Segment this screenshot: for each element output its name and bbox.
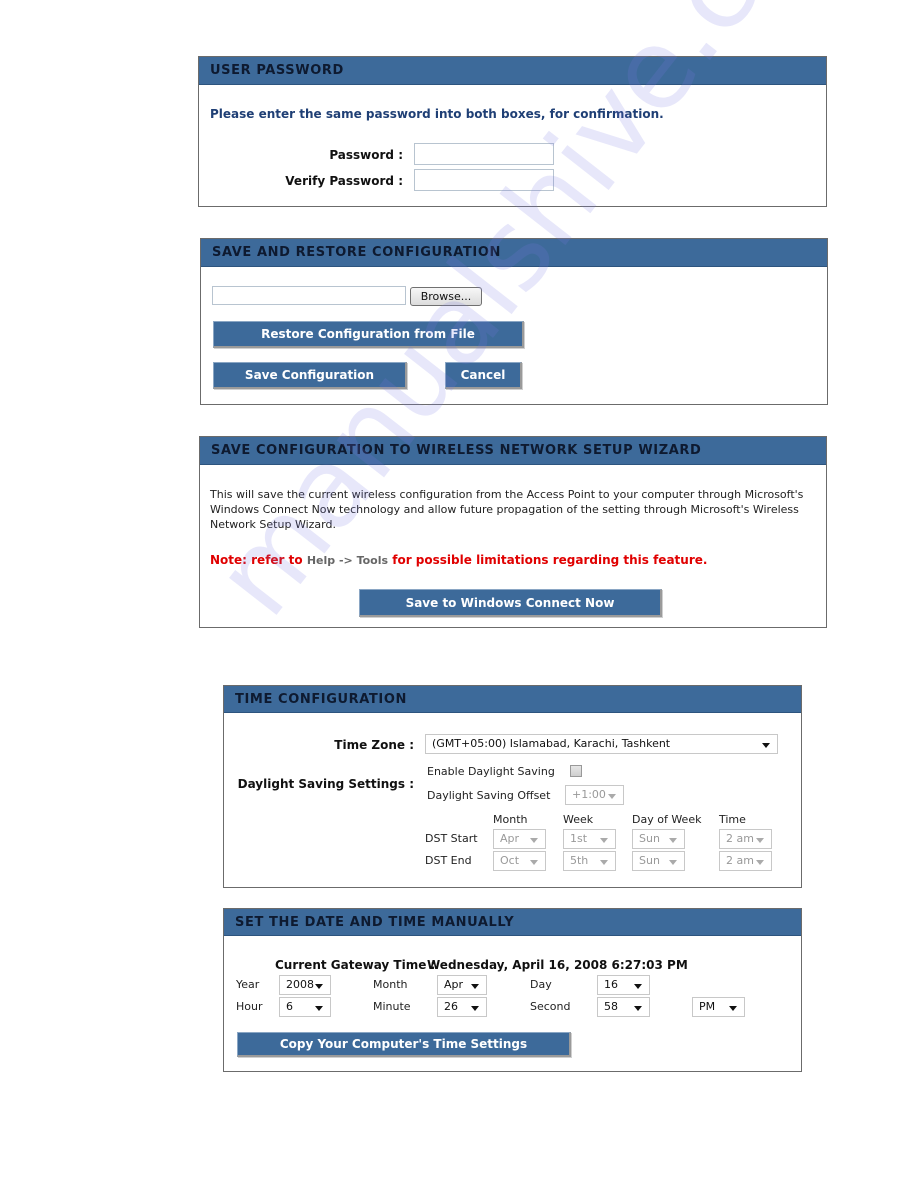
dst-end-week-select[interactable]: 5th <box>563 851 616 871</box>
browse-button[interactable]: Browse... <box>410 287 482 306</box>
second-label: Second <box>530 1000 571 1013</box>
time-zone-label: Time Zone : <box>334 738 414 752</box>
wizard-header: SAVE CONFIGURATION TO WIRELESS NETWORK S… <box>200 437 826 465</box>
dst-start-month-select[interactable]: Apr <box>493 829 546 849</box>
minute-select[interactable]: 26 <box>437 997 487 1017</box>
month-label: Month <box>373 978 408 991</box>
chevron-down-icon <box>471 984 479 989</box>
column-time: Time <box>719 813 746 826</box>
dst-end-day-select[interactable]: Sun <box>632 851 685 871</box>
chevron-down-icon <box>634 1006 642 1011</box>
user-password-header: USER PASSWORD <box>199 57 826 85</box>
dst-end-month-select[interactable]: Oct <box>493 851 546 871</box>
time-zone-select[interactable]: (GMT+05:00) Islamabad, Karachi, Tashkent <box>425 734 778 754</box>
chevron-down-icon <box>756 838 764 843</box>
column-day-of-week: Day of Week <box>632 813 702 826</box>
chevron-down-icon <box>608 794 616 799</box>
chevron-down-icon <box>669 860 677 865</box>
chevron-down-icon <box>756 860 764 865</box>
day-label: Day <box>530 978 552 991</box>
password-input[interactable] <box>414 143 554 165</box>
help-tools-link[interactable]: Help -> Tools <box>307 554 388 567</box>
dst-settings-label: Daylight Saving Settings : <box>237 777 414 791</box>
day-select[interactable]: 16 <box>597 975 650 995</box>
config-file-path-input[interactable] <box>212 286 406 305</box>
save-config-button[interactable]: Save Configuration <box>213 362 407 389</box>
chevron-down-icon <box>634 984 642 989</box>
cancel-button[interactable]: Cancel <box>445 362 522 389</box>
chevron-down-icon <box>600 860 608 865</box>
wizard-description-line: Windows Connect Now technology and allow… <box>210 503 799 516</box>
dst-offset-select[interactable]: +1:00 <box>565 785 624 805</box>
note-suffix: for possible limitations regarding this … <box>392 553 708 567</box>
dst-offset-label: Daylight Saving Offset <box>427 789 551 802</box>
current-gateway-time-label: Current Gateway Time : <box>275 958 436 972</box>
enable-dst-checkbox[interactable] <box>570 765 582 777</box>
month-select[interactable]: Apr <box>437 975 487 995</box>
current-gateway-time-value: Wednesday, April 16, 2008 6:27:03 PM <box>427 958 688 972</box>
time-config-header: TIME CONFIGURATION <box>224 686 801 713</box>
chevron-down-icon <box>315 1006 323 1011</box>
ampm-select[interactable]: PM <box>692 997 745 1017</box>
chevron-down-icon <box>762 743 770 748</box>
chevron-down-icon <box>600 838 608 843</box>
chevron-down-icon <box>315 984 323 989</box>
chevron-down-icon <box>471 1006 479 1011</box>
dst-end-label: DST End <box>425 854 472 867</box>
wizard-description-line: Network Setup Wizard. <box>210 518 336 531</box>
dst-start-time-select[interactable]: 2 am <box>719 829 772 849</box>
user-password-panel: USER PASSWORD Please enter the same pass… <box>198 56 827 207</box>
dst-end-time-select[interactable]: 2 am <box>719 851 772 871</box>
dst-start-day-select[interactable]: Sun <box>632 829 685 849</box>
year-select[interactable]: 2008 <box>279 975 331 995</box>
hour-label: Hour <box>236 1000 263 1013</box>
time-config-panel: TIME CONFIGURATION Time Zone : (GMT+05:0… <box>223 685 802 888</box>
column-month: Month <box>493 813 528 826</box>
copy-computer-time-button[interactable]: Copy Your Computer's Time Settings <box>237 1032 571 1057</box>
chevron-down-icon <box>669 838 677 843</box>
save-restore-header: SAVE AND RESTORE CONFIGURATION <box>201 239 827 267</box>
dst-start-label: DST Start <box>425 832 478 845</box>
enable-dst-label: Enable Daylight Saving <box>427 765 555 778</box>
password-instruction: Please enter the same password into both… <box>210 107 664 121</box>
column-week: Week <box>563 813 594 826</box>
dst-start-week-select[interactable]: 1st <box>563 829 616 849</box>
password-label: Password : <box>329 148 403 162</box>
chevron-down-icon <box>729 1006 737 1011</box>
minute-label: Minute <box>373 1000 411 1013</box>
hour-select[interactable]: 6 <box>279 997 331 1017</box>
second-select[interactable]: 58 <box>597 997 650 1017</box>
year-label: Year <box>236 978 260 991</box>
manual-time-header: SET THE DATE AND TIME MANUALLY <box>224 909 801 936</box>
save-restore-panel: SAVE AND RESTORE CONFIGURATION Browse...… <box>200 238 828 405</box>
verify-password-input[interactable] <box>414 169 554 191</box>
manual-time-panel: SET THE DATE AND TIME MANUALLY Current G… <box>223 908 802 1072</box>
wizard-panel: SAVE CONFIGURATION TO WIRELESS NETWORK S… <box>199 436 827 628</box>
wizard-description-line: This will save the current wireless conf… <box>210 488 804 501</box>
wizard-description: This will save the current wireless conf… <box>210 487 803 532</box>
chevron-down-icon <box>530 860 538 865</box>
wizard-note: Note: refer to Help -> Tools for possibl… <box>210 553 707 567</box>
restore-config-button[interactable]: Restore Configuration from File <box>213 321 524 348</box>
chevron-down-icon <box>530 838 538 843</box>
note-prefix: Note: refer to <box>210 553 303 567</box>
verify-password-label: Verify Password : <box>285 174 403 188</box>
save-windows-connect-now-button[interactable]: Save to Windows Connect Now <box>359 589 662 617</box>
